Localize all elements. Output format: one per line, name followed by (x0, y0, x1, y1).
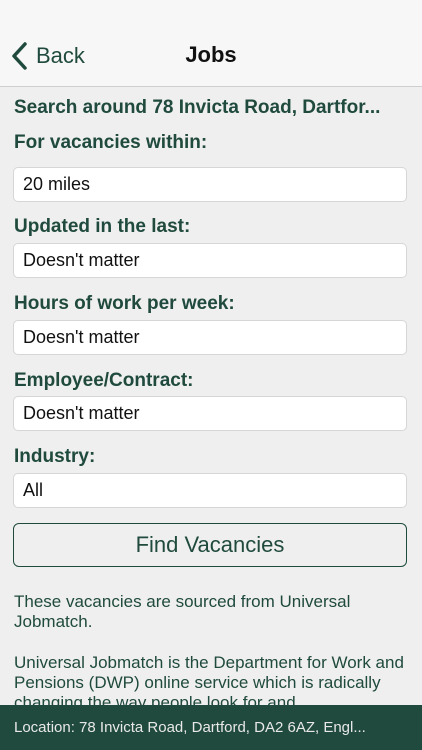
contract-label: Employee/Contract: (14, 370, 194, 391)
updated-label: Updated in the last: (14, 216, 191, 237)
about-note: Universal Jobmatch is the Department for… (14, 653, 404, 705)
distance-field[interactable]: 20 miles (13, 167, 407, 202)
search-form: Search around 78 Invicta Road, Dartfor..… (0, 87, 422, 705)
updated-field[interactable]: Doesn't matter (13, 243, 407, 278)
jobs-screen: Back Jobs Search around 78 Invicta Road,… (0, 0, 422, 750)
industry-label: Industry: (14, 446, 96, 467)
location-footer: Location: 78 Invicta Road, Dartford, DA2… (0, 705, 422, 750)
navigation-bar: Back Jobs (0, 0, 422, 87)
contract-field[interactable]: Doesn't matter (13, 396, 407, 431)
page-title: Jobs (185, 42, 237, 67)
source-note: These vacancies are sourced from Univers… (14, 592, 351, 631)
hours-label: Hours of work per week: (14, 293, 235, 314)
search-location-heading: Search around 78 Invicta Road, Dartfor..… (14, 97, 381, 118)
hours-field[interactable]: Doesn't matter (13, 320, 407, 355)
find-vacancies-button[interactable]: Find Vacancies (13, 523, 407, 567)
industry-field[interactable]: All (13, 473, 407, 508)
distance-label: For vacancies within: (14, 132, 208, 153)
